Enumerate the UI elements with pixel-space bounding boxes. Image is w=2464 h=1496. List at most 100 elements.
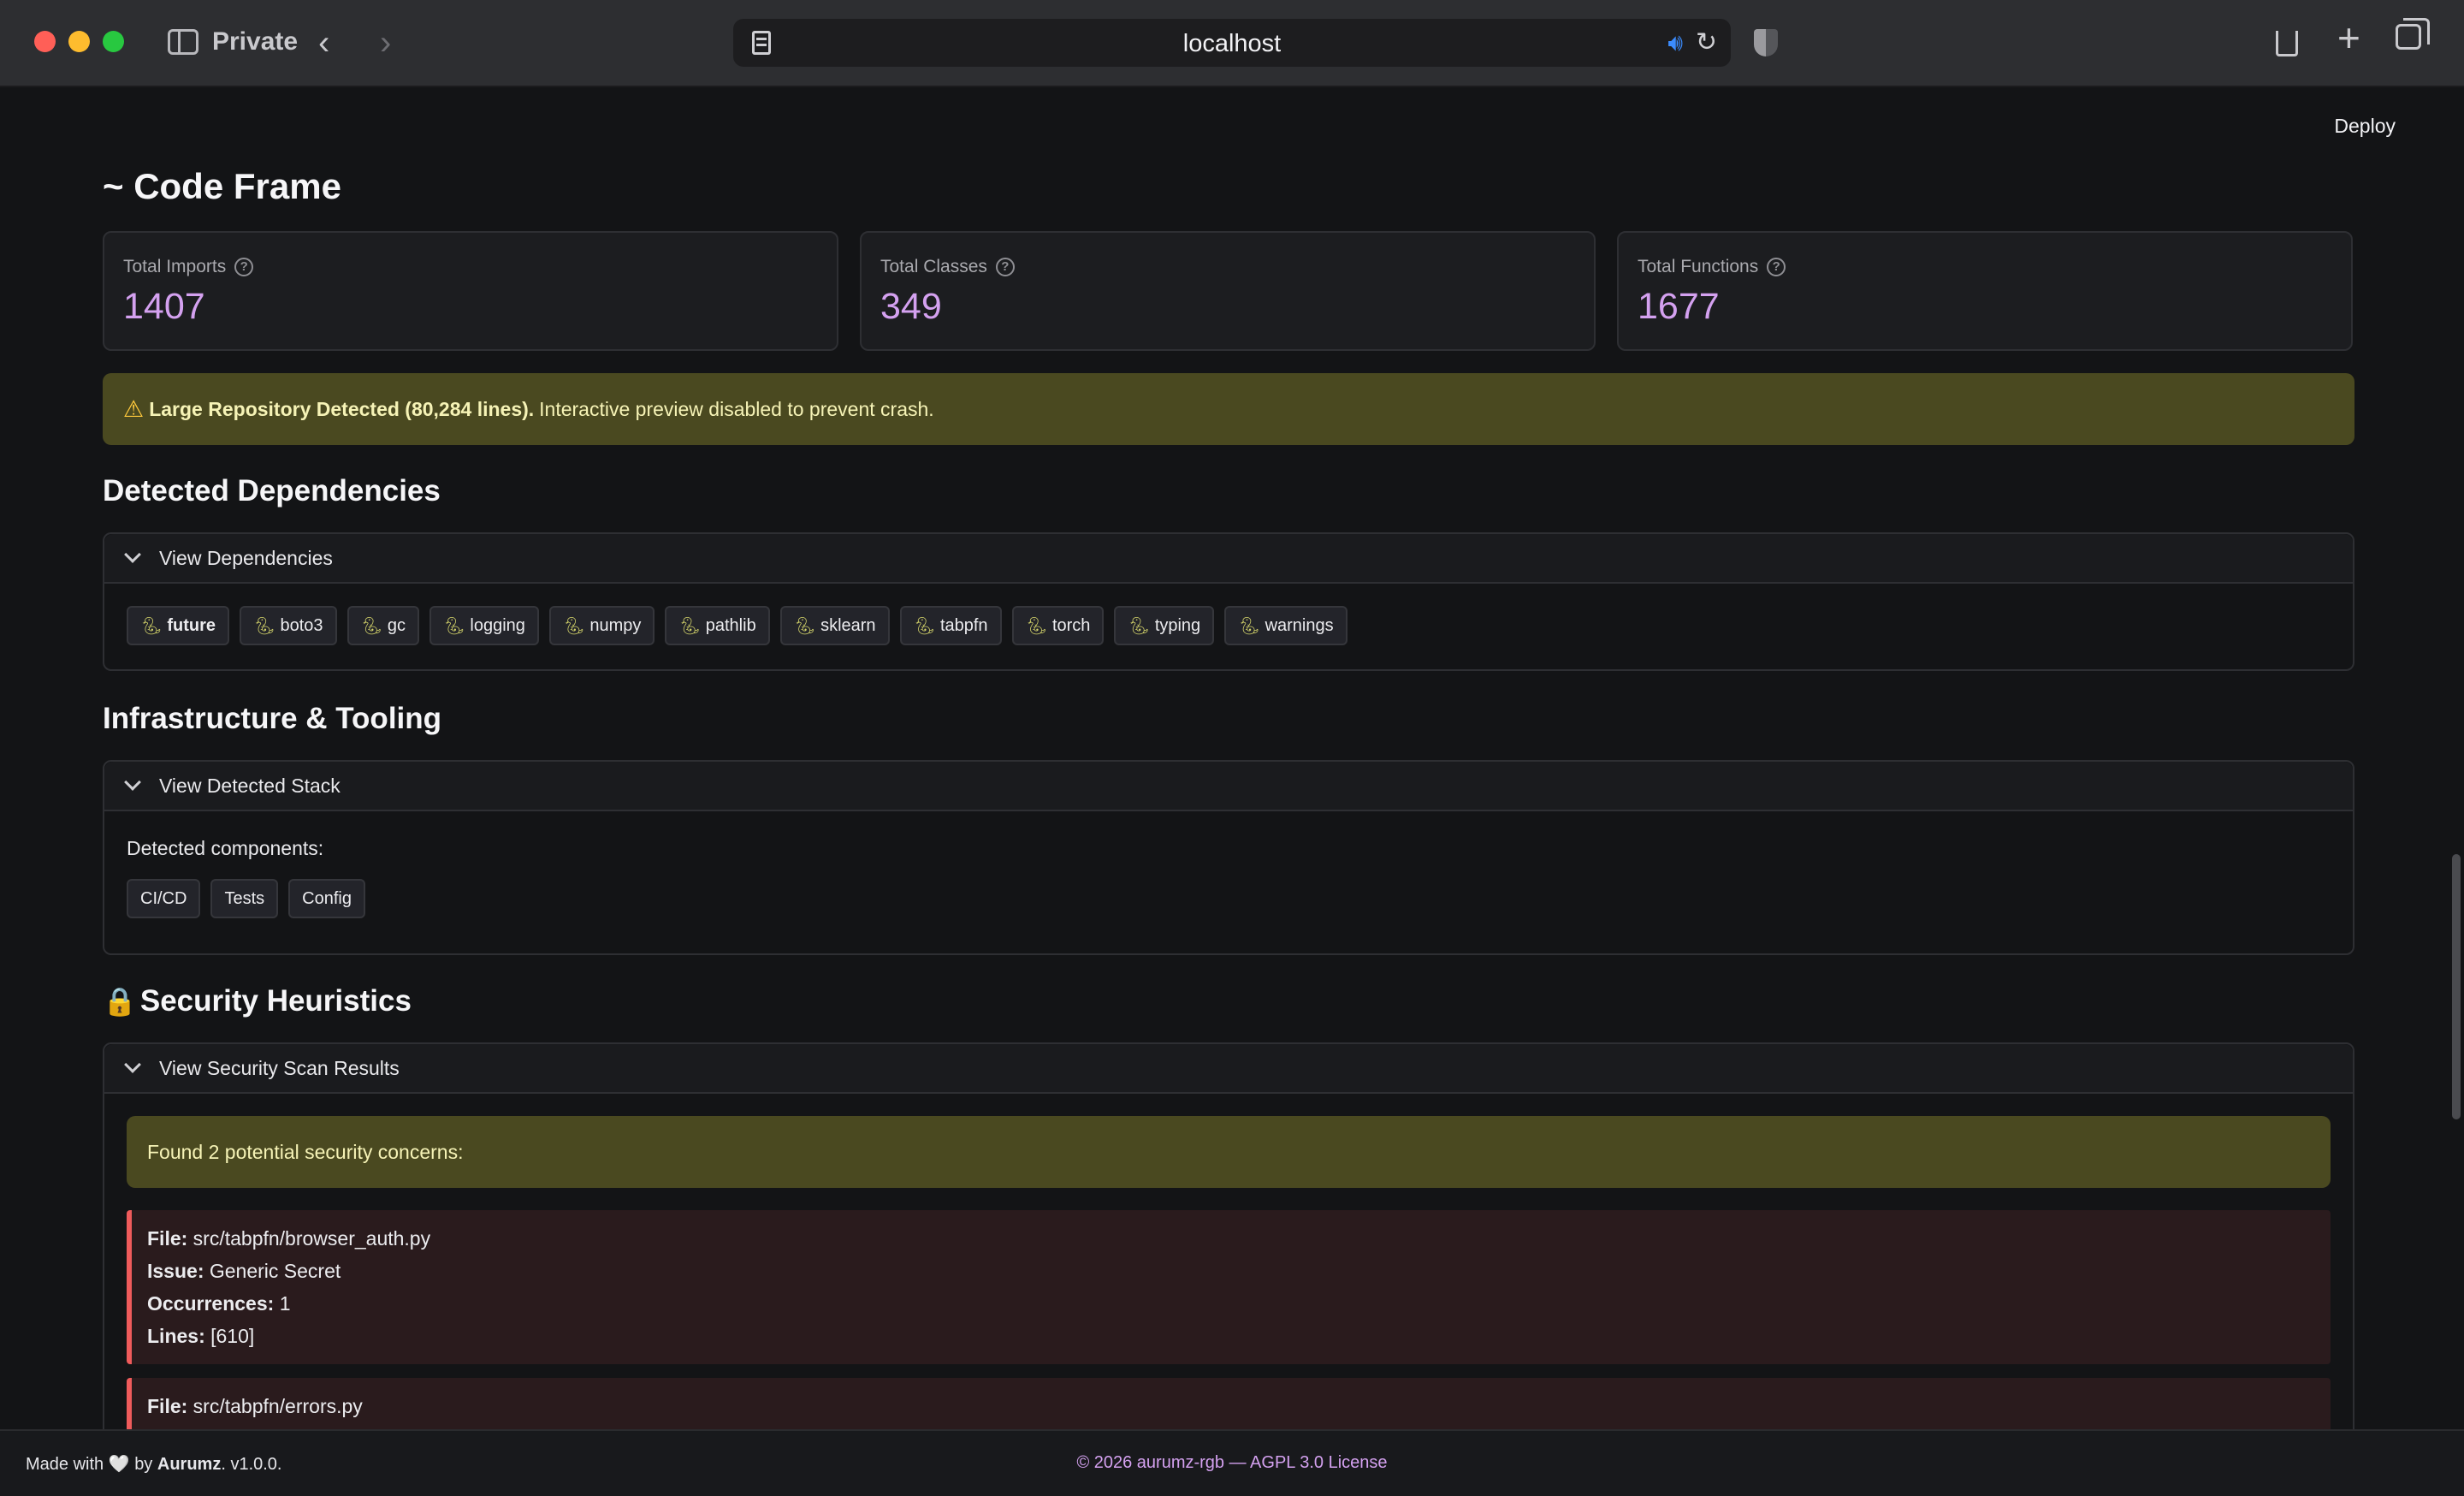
dependency-chip: 🐍︎ gc <box>346 606 420 645</box>
chevron-down-icon <box>124 1056 141 1073</box>
chip-label: typing <box>1154 615 1201 635</box>
app-footer: Made with 🤍 by Aurumz. v1.0.0. © 2026 au… <box>0 1429 2464 1496</box>
close-window-button[interactable] <box>34 31 56 52</box>
security-expander-header[interactable]: View Security Scan Results <box>104 1044 2353 1094</box>
python-icon: 🐍︎ <box>253 616 275 636</box>
warning-strong-text: Large Repository Detected (80,284 lines)… <box>149 397 535 420</box>
minimize-window-button[interactable] <box>68 31 90 52</box>
privacy-shield-icon[interactable] <box>1754 29 1778 56</box>
finding-file-label: File: <box>147 1227 188 1250</box>
finding-occurrences-label: Occurrences: <box>147 1292 275 1315</box>
expander-label: View Security Scan Results <box>159 1056 400 1079</box>
python-icon: 🐍︎ <box>140 616 163 636</box>
zoom-window-button[interactable] <box>103 31 124 52</box>
address-bar[interactable]: localhost 🔊︎ ↻ <box>733 19 1731 67</box>
python-icon: 🐍︎ <box>1025 616 1047 636</box>
chip-label: pathlib <box>705 615 756 635</box>
security-finding: File: src/tabpfn/browser_auth.py Issue: … <box>127 1210 2331 1364</box>
footer-license[interactable]: © 2026 aurumz-rgb — AGPL 3.0 License <box>0 1453 2464 1473</box>
back-icon[interactable]: ‹ <box>318 26 329 60</box>
finding-file-value: src/tabpfn/errors.py <box>192 1395 363 1417</box>
metric-label-text: Total Classes <box>880 257 987 276</box>
reload-icon[interactable]: ↻ <box>1696 27 1717 57</box>
metric-value: 1677 <box>1638 286 1720 327</box>
finding-issue: Issue: Generic Secret <box>147 1255 2315 1287</box>
sidebar-toggle-icon[interactable] <box>168 29 198 55</box>
security-summary: Found 2 potential security concerns: <box>127 1116 2331 1188</box>
dependency-chip: 🐍︎ future <box>127 606 230 645</box>
warning-icon: ⚠ <box>123 395 145 422</box>
python-icon: 🐍︎ <box>793 616 816 636</box>
chip-label: tabpfn <box>939 615 988 635</box>
audio-playing-icon[interactable]: 🔊︎ <box>1667 29 1683 57</box>
forward-icon[interactable]: › <box>380 26 391 60</box>
chip-label: torch <box>1051 615 1091 635</box>
python-icon: 🐍︎ <box>913 616 935 636</box>
metric-value: 1407 <box>123 286 205 327</box>
finding-lines-value: [610] <box>210 1325 255 1347</box>
dependency-chip: 🐍︎ tabpfn <box>899 606 1002 645</box>
dependency-chip: 🐍︎ pathlib <box>665 606 770 645</box>
dependency-chip: 🐍︎ logging <box>429 606 539 645</box>
dependency-chip: 🐍︎ sklearn <box>779 606 890 645</box>
new-tab-icon[interactable]: + <box>2337 18 2360 57</box>
chevron-down-icon <box>124 774 141 791</box>
chip-label: boto3 <box>280 615 323 635</box>
component-chip: Tests <box>210 879 279 918</box>
metric-card-classes: Total Classes ? 349 <box>860 231 1596 351</box>
dependency-chip: 🐍︎ warnings <box>1224 606 1348 645</box>
app-main: Deploy ~ Code Frame Total Imports ? 1407… <box>0 89 2464 1429</box>
help-icon[interactable]: ? <box>995 258 1015 276</box>
url-text[interactable]: localhost <box>733 30 1731 58</box>
deploy-button[interactable]: Deploy <box>2334 115 2396 138</box>
metric-label-text: Total Functions <box>1638 257 1759 276</box>
warning-text: Interactive preview disabled to prevent … <box>539 397 934 420</box>
dependencies-expander-header[interactable]: View Dependencies <box>104 534 2353 584</box>
component-chip: CI/CD <box>127 879 201 918</box>
dependencies-expander: View Dependencies 🐍︎ future 🐍︎ boto3 🐍︎ gc … <box>103 532 2354 671</box>
chevron-down-icon <box>124 546 141 563</box>
infrastructure-expander-header[interactable]: View Detected Stack <box>104 762 2353 811</box>
security-finding: File: src/tabpfn/errors.py <box>127 1378 2331 1429</box>
chip-label: logging <box>470 615 525 635</box>
metric-card-functions: Total Functions ? 1677 <box>1617 231 2353 351</box>
expander-label: View Detected Stack <box>159 774 341 797</box>
python-icon: 🐍︎ <box>1238 616 1260 636</box>
chip-label: gc <box>387 615 406 635</box>
metric-value: 349 <box>880 286 942 327</box>
help-icon[interactable]: ? <box>1767 258 1786 276</box>
expander-label: View Dependencies <box>159 546 333 569</box>
tab-overview-icon[interactable] <box>2396 18 2430 50</box>
dependency-chip: 🐍︎ torch <box>1011 606 1105 645</box>
help-icon[interactable]: ? <box>234 258 254 276</box>
browser-toolbar: Private ‹ › localhost 🔊︎ ↻ + <box>0 0 2464 87</box>
finding-file-value: src/tabpfn/browser_auth.py <box>192 1227 431 1250</box>
finding-file-label: File: <box>147 1395 188 1417</box>
page-scrollbar[interactable] <box>2452 854 2461 1119</box>
metric-label: Total Classes ? <box>880 257 1575 277</box>
share-icon[interactable] <box>2276 24 2298 56</box>
finding-file: File: src/tabpfn/browser_auth.py <box>147 1222 2315 1255</box>
infrastructure-heading: Infrastructure & Tooling <box>103 702 442 735</box>
chip-label: warnings <box>1265 615 1334 635</box>
dependency-chips: 🐍︎ future 🐍︎ boto3 🐍︎ gc 🐍︎ logging 🐍︎ numpy … <box>104 584 2353 645</box>
chip-label: numpy <box>589 615 642 635</box>
dependency-chip: 🐍︎ numpy <box>548 606 655 645</box>
dependency-chip: 🐍︎ typing <box>1114 606 1215 645</box>
finding-lines: Lines: [610] <box>147 1320 2315 1352</box>
large-repo-warning: ⚠ Large Repository Detected (80,284 line… <box>103 373 2354 445</box>
metric-label-text: Total Imports <box>123 257 227 276</box>
metric-card-imports: Total Imports ? 1407 <box>103 231 838 351</box>
private-mode-label: Private <box>212 27 299 56</box>
dependencies-heading: Detected Dependencies <box>103 474 441 508</box>
infrastructure-expander: View Detected Stack Detected components:… <box>103 760 2354 955</box>
security-heading: 🔒 Security Heuristics <box>103 984 412 1018</box>
python-icon: 🐍︎ <box>1128 616 1150 636</box>
finding-occurrences: Occurrences: 1 <box>147 1287 2315 1320</box>
component-chips: CI/CD Tests Config <box>104 879 2353 918</box>
dependency-chip: 🐍︎ boto3 <box>240 606 337 645</box>
metrics-row: Total Imports ? 1407 Total Classes ? 349… <box>103 231 2354 351</box>
components-label: Detected components: <box>127 837 324 859</box>
metric-label: Total Functions ? <box>1638 257 2332 277</box>
metric-label: Total Imports ? <box>123 257 818 277</box>
